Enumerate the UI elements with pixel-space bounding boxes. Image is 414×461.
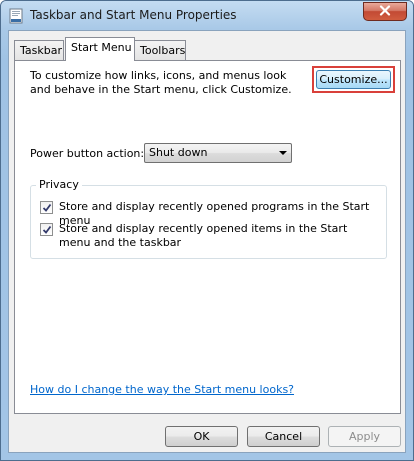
checkmark-icon xyxy=(42,203,52,212)
customize-button[interactable]: Customize... xyxy=(316,70,391,89)
apply-button[interactable]: Apply xyxy=(328,426,401,447)
privacy-group-title: Privacy xyxy=(36,178,82,191)
dialog-client-area: Taskbar Start Menu Toolbars To customize… xyxy=(8,30,406,453)
tab-taskbar[interactable]: Taskbar xyxy=(14,40,64,60)
power-button-value: Shut down xyxy=(149,146,208,159)
close-icon xyxy=(379,4,391,19)
checkbox-recent-programs-box[interactable] xyxy=(40,201,53,214)
power-button-label: Power button action: xyxy=(30,147,145,160)
close-button[interactable] xyxy=(363,2,407,21)
customize-highlight: Customize... xyxy=(312,66,395,93)
chevron-down-icon xyxy=(279,151,287,155)
checkbox-recent-items-box[interactable] xyxy=(40,223,53,236)
help-link[interactable]: How do I change the way the Start menu l… xyxy=(30,383,294,396)
taskbar-properties-icon xyxy=(8,8,24,24)
tab-start-menu[interactable]: Start Menu xyxy=(65,37,135,61)
privacy-group: Privacy Store and display recently opene… xyxy=(30,178,387,259)
checkmark-icon xyxy=(42,225,52,234)
ok-button[interactable]: OK xyxy=(165,426,238,447)
cancel-button[interactable]: Cancel xyxy=(247,426,320,447)
tab-toolbars[interactable]: Toolbars xyxy=(134,40,186,60)
window-title: Taskbar and Start Menu Properties xyxy=(30,8,237,22)
checkbox-recent-items-label: Store and display recently opened items … xyxy=(59,222,348,249)
customize-description: To customize how links, icons, and menus… xyxy=(30,69,292,96)
power-button-select[interactable]: Shut down xyxy=(144,143,292,163)
start-menu-tab-panel: To customize how links, icons, and menus… xyxy=(14,60,401,414)
title-bar[interactable]: Taskbar and Start Menu Properties xyxy=(1,1,413,31)
properties-window: Taskbar and Start Menu Properties Taskba… xyxy=(0,0,414,461)
